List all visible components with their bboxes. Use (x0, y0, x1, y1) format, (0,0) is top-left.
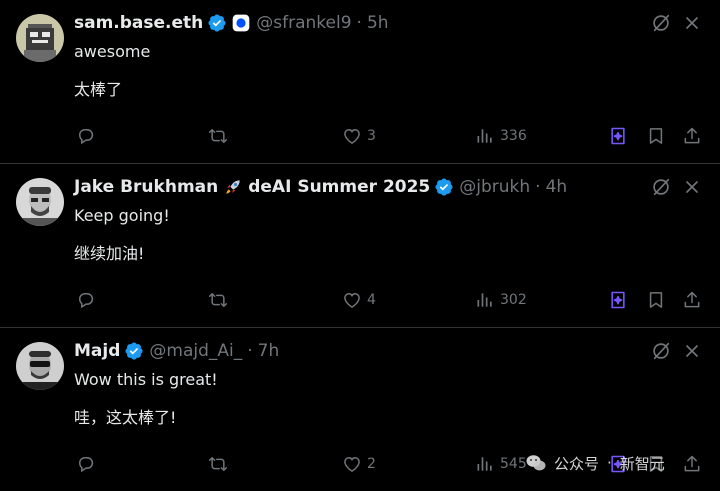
views-icon (475, 454, 495, 474)
author-handle[interactable]: @sfrankel9 (256, 13, 351, 33)
share-button[interactable] (682, 124, 702, 148)
author-name[interactable]: sam.base.eth (74, 13, 203, 33)
bookmark-button[interactable] (646, 288, 666, 312)
separator-dot: · (247, 341, 253, 361)
retweet-icon (208, 126, 228, 146)
author-name[interactable]: Jake Brukhman (74, 177, 218, 197)
grok-image-icon (608, 126, 628, 146)
watermark-right: 新智元 (619, 454, 665, 473)
watermark-left: 公众号 (554, 454, 600, 473)
avatar[interactable] (16, 14, 64, 62)
bookmark-button[interactable] (646, 124, 666, 148)
watermark-separator: · (607, 454, 612, 472)
reply-icon (76, 290, 96, 310)
retweet-icon (208, 454, 228, 474)
heart-icon (342, 290, 362, 310)
avatar[interactable] (16, 342, 64, 390)
share-button[interactable] (682, 452, 702, 476)
author-handle[interactable]: @jbrukh (459, 177, 530, 197)
timestamp[interactable]: 7h (258, 341, 280, 361)
retweet-button[interactable] (208, 452, 228, 476)
view-count: 545 (500, 456, 527, 472)
views-button[interactable]: 302 (475, 288, 527, 312)
grok-image-icon (608, 290, 628, 310)
share-icon (682, 290, 702, 310)
heart-icon (342, 454, 362, 474)
close-icon[interactable] (682, 340, 702, 362)
tweet-text-zh: 哇，这太棒了! (74, 408, 177, 427)
tweet[interactable]: Jake Brukhman deAI Summer 2025 @jbrukh ·… (0, 164, 720, 327)
retweet-icon (208, 290, 228, 310)
pixel-avatar-icon (16, 14, 64, 62)
tweet-text-en: Wow this is great! (74, 370, 218, 389)
like-count: 2 (367, 456, 376, 472)
rocket-icon (226, 180, 240, 194)
author-handle[interactable]: @majd_Ai_ (149, 341, 242, 361)
verified-icon (434, 177, 454, 197)
reply-button[interactable] (76, 124, 96, 148)
separator-dot: · (535, 177, 541, 197)
author-name[interactable]: Majd (74, 341, 120, 361)
like-count: 3 (367, 128, 376, 144)
action-bar: 4 302 (0, 288, 720, 312)
share-icon (682, 454, 702, 474)
grok-image-button[interactable] (608, 288, 628, 312)
bookmark-icon (646, 126, 666, 146)
retweet-button[interactable] (208, 288, 228, 312)
close-icon[interactable] (682, 176, 702, 198)
tweet-text-zh: 继续加油! (74, 244, 145, 263)
like-button[interactable]: 4 (342, 288, 376, 312)
reply-icon (76, 454, 96, 474)
views-icon (475, 126, 495, 146)
share-button[interactable] (682, 288, 702, 312)
view-count: 336 (500, 128, 527, 144)
watermark: 公众号 · 新智元 (524, 450, 665, 476)
views-button[interactable]: 545 (475, 452, 527, 476)
tweet-text-en: awesome (74, 42, 151, 61)
grok-icon[interactable] (650, 340, 672, 362)
reply-button[interactable] (76, 288, 96, 312)
author-name-suffix[interactable]: deAI Summer 2025 (248, 177, 430, 197)
verified-icon (207, 13, 227, 33)
views-icon (475, 290, 495, 310)
verified-icon (124, 341, 144, 361)
retweet-button[interactable] (208, 124, 228, 148)
grok-icon[interactable] (650, 176, 672, 198)
timestamp[interactable]: 4h (546, 177, 568, 197)
like-button[interactable]: 3 (342, 124, 376, 148)
reply-icon (76, 126, 96, 146)
separator-dot: · (356, 13, 362, 33)
person-avatar-icon (16, 342, 64, 390)
view-count: 302 (500, 292, 527, 308)
person-avatar-icon (16, 178, 64, 226)
like-button[interactable]: 2 (342, 452, 376, 476)
grok-image-button[interactable] (608, 124, 628, 148)
tweet-text-en: Keep going! (74, 206, 170, 225)
tweet[interactable]: sam.base.eth @sfrankel9 · 5h awesome 太棒了… (0, 0, 720, 163)
heart-icon (342, 126, 362, 146)
grok-icon[interactable] (650, 12, 672, 34)
like-count: 4 (367, 292, 376, 308)
base-app-icon (232, 14, 250, 32)
bookmark-icon (646, 290, 666, 310)
tweet-text-zh: 太棒了 (74, 80, 123, 99)
share-icon (682, 126, 702, 146)
views-button[interactable]: 336 (475, 124, 527, 148)
reply-button[interactable] (76, 452, 96, 476)
close-icon[interactable] (682, 12, 702, 34)
wechat-icon (526, 455, 546, 471)
action-bar: 3 336 (0, 124, 720, 148)
timestamp[interactable]: 5h (367, 13, 389, 33)
avatar[interactable] (16, 178, 64, 226)
